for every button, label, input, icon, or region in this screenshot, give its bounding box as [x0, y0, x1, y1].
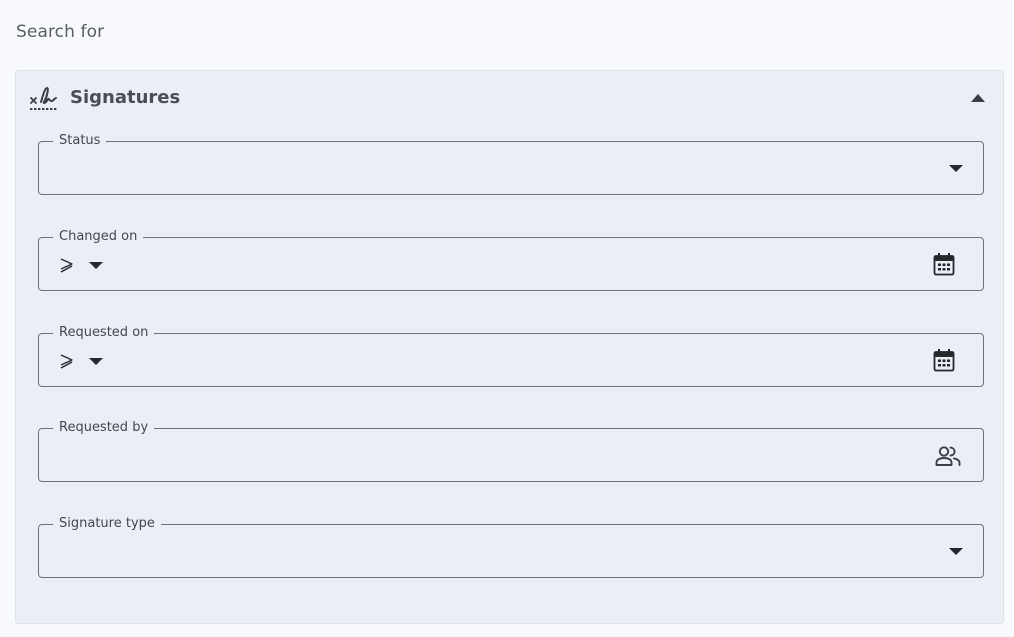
status-label: Status	[53, 133, 107, 149]
changed-on-operator-select[interactable]	[59, 256, 105, 274]
calendar-icon[interactable]	[933, 252, 955, 276]
status-select[interactable]: Status	[38, 133, 984, 195]
calendar-icon[interactable]	[933, 348, 955, 372]
requested-on-label: Requested on	[53, 325, 155, 341]
signature-icon	[30, 87, 57, 110]
signature-type-label: Signature type	[53, 516, 161, 532]
signatures-panel: Signatures Status Changed on Requested o…	[15, 70, 1004, 624]
chevron-down-icon[interactable]	[949, 164, 963, 173]
requested-by-label: Requested by	[53, 420, 155, 436]
changed-on-label: Changed on	[53, 229, 144, 245]
signatures-panel-header[interactable]: Signatures	[16, 71, 1003, 127]
requested-on-field[interactable]: Requested on	[38, 325, 984, 387]
greater-equal-icon	[60, 354, 73, 369]
greater-equal-icon	[60, 258, 73, 273]
chevron-up-icon[interactable]	[971, 93, 985, 103]
signature-type-select[interactable]: Signature type	[38, 516, 984, 578]
chevron-down-icon	[89, 262, 103, 269]
changed-on-field[interactable]: Changed on	[38, 229, 984, 291]
search-heading: Search for	[16, 22, 105, 42]
chevron-down-icon	[89, 358, 103, 365]
people-icon[interactable]	[935, 445, 961, 467]
chevron-down-icon[interactable]	[949, 547, 963, 556]
panel-title: Signatures	[70, 87, 181, 108]
requested-by-field[interactable]: Requested by	[38, 420, 984, 482]
requested-on-operator-select[interactable]	[59, 352, 105, 370]
